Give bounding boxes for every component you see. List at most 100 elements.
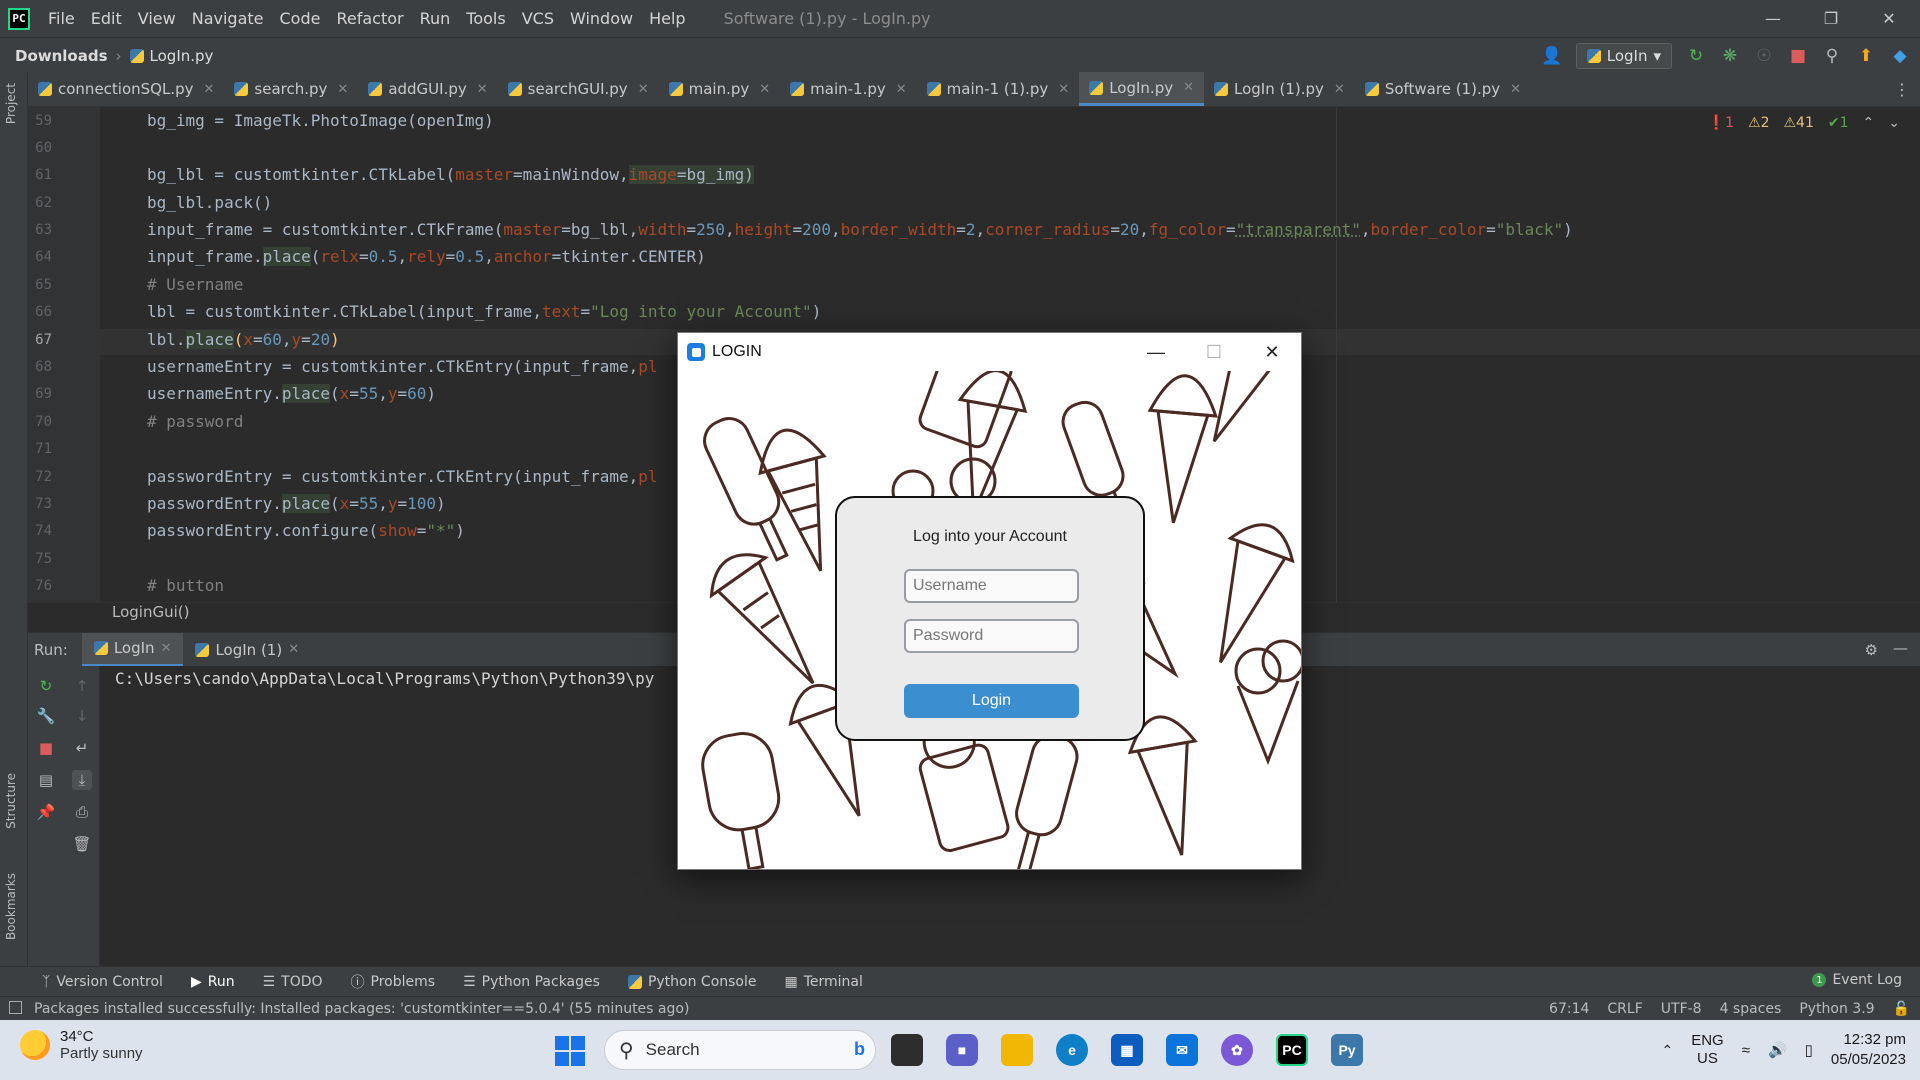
caret-position[interactable]: 67:14	[1549, 1001, 1589, 1017]
close-tab-icon[interactable]: ✕	[1510, 82, 1521, 97]
restore-button[interactable]: ❐	[1802, 0, 1860, 37]
wifi-icon[interactable]: ≈	[1742, 1042, 1750, 1059]
weather-widget[interactable]: 34°C Partly sunny	[20, 1028, 143, 1062]
tool-run[interactable]: ▶ Run	[177, 974, 249, 990]
close-tab-icon[interactable]: ✕	[638, 82, 649, 97]
username-input[interactable]: Username	[904, 569, 1079, 603]
teams-chat-icon[interactable]: ■	[946, 1034, 978, 1066]
menu-run[interactable]: Run	[412, 0, 459, 37]
close-tab-icon[interactable]: ✕	[204, 82, 215, 97]
close-tab-icon[interactable]: ✕	[288, 642, 299, 657]
jetbrains-icon[interactable]: ◆	[1890, 46, 1910, 66]
python-interpreter[interactable]: Python 3.9	[1799, 1001, 1874, 1017]
chevron-up-icon[interactable]: ⌃	[1661, 1042, 1673, 1059]
menu-navigate[interactable]: Navigate	[184, 0, 272, 37]
file-encoding[interactable]: UTF-8	[1661, 1001, 1702, 1017]
gear-icon[interactable]: ⚙	[1865, 641, 1878, 659]
event-log-button[interactable]: 1 Event Log	[1812, 972, 1902, 988]
menu-vcs[interactable]: VCS	[514, 0, 562, 37]
tab-main-1-copy[interactable]: main-1 (1).py ✕	[917, 72, 1080, 106]
microsoft-store-icon[interactable]: ▦	[1111, 1034, 1143, 1066]
close-tab-icon[interactable]: ✕	[1183, 80, 1194, 95]
arrow-down-icon[interactable]: ↓	[72, 706, 92, 726]
pycharm-taskbar-icon[interactable]: PC	[1276, 1034, 1308, 1066]
menu-refactor[interactable]: Refactor	[328, 0, 411, 37]
project-tool-button[interactable]: Project	[4, 83, 18, 124]
login-button[interactable]: Login	[904, 684, 1079, 718]
task-view-icon[interactable]	[891, 1034, 923, 1066]
tool-problems[interactable]: ⓘ Problems	[337, 972, 450, 992]
structure-tool-button[interactable]: Structure	[4, 773, 18, 829]
stop-icon[interactable]: ■	[36, 738, 56, 758]
rerun-icon[interactable]: ↻	[1686, 46, 1706, 66]
menu-view[interactable]: View	[130, 0, 184, 37]
soft-wrap-icon[interactable]: ↵	[72, 738, 92, 758]
wrench-icon[interactable]: 🔧	[36, 706, 56, 726]
run-configuration-select[interactable]: LogIn ▾	[1575, 43, 1672, 69]
windows-start-icon[interactable]	[555, 1036, 585, 1066]
close-tab-icon[interactable]: ✕	[1058, 82, 1069, 97]
inspection-widget[interactable]: ❗1 ⚠2 ⚠41 ✔1 ⌃ ⌄	[1708, 115, 1900, 131]
menu-tools[interactable]: Tools	[458, 0, 513, 37]
user-icon[interactable]: 👤	[1541, 46, 1562, 66]
menu-code[interactable]: Code	[272, 0, 329, 37]
tool-python-packages[interactable]: ☰ Python Packages	[449, 974, 614, 990]
lock-icon[interactable]: 🔓	[1893, 1001, 1910, 1017]
close-tab-icon[interactable]: ✕	[1334, 82, 1345, 97]
login-window-titlebar[interactable]: LOGIN — ☐ ✕	[678, 333, 1301, 371]
hide-panel-icon[interactable]: —	[1893, 639, 1908, 657]
trash-icon[interactable]: 🗑	[72, 834, 92, 854]
clock[interactable]: 12:32 pm 05/05/2023	[1831, 1030, 1906, 1070]
minimize-button[interactable]: —	[1744, 0, 1802, 37]
rerun-icon[interactable]: ↻	[36, 676, 56, 696]
edge-browser-icon[interactable]: e	[1056, 1034, 1088, 1066]
search-icon[interactable]: ⚲	[1822, 46, 1842, 66]
pin-icon[interactable]: 📌	[36, 802, 56, 822]
menu-help[interactable]: Help	[641, 0, 693, 37]
tab-main[interactable]: main.py ✕	[659, 72, 781, 106]
line-separator[interactable]: CRLF	[1607, 1001, 1642, 1017]
mail-icon[interactable]: ✉	[1166, 1034, 1198, 1066]
breadcrumb-file[interactable]: LogIn.py	[129, 47, 213, 65]
tab-software[interactable]: Software (1).py ✕	[1355, 72, 1531, 106]
tab-search[interactable]: search.py ✕	[224, 72, 358, 106]
tab-login-copy[interactable]: LogIn (1).py ✕	[1204, 72, 1355, 106]
password-input[interactable]: Password	[904, 619, 1079, 653]
tool-todo[interactable]: ☰ TODO	[249, 974, 337, 990]
battery-icon[interactable]: ▯	[1805, 1041, 1813, 1059]
tab-connectionsql[interactable]: connectionSQL.py ✕	[28, 72, 224, 106]
taskbar-search[interactable]: ⚲ Search b	[604, 1030, 876, 1070]
close-tab-icon[interactable]: ✕	[759, 82, 770, 97]
function-breadcrumb[interactable]: LoginGui()	[112, 603, 189, 621]
scroll-to-end-icon[interactable]: ⤓	[72, 770, 92, 790]
dialog-minimize-button[interactable]: —	[1127, 333, 1185, 371]
coverage-icon[interactable]: ☉	[1754, 46, 1774, 66]
stop-icon[interactable]: ■	[1788, 46, 1808, 66]
tool-terminal[interactable]: ▦ Terminal	[771, 974, 877, 990]
layout-icon[interactable]: ▤	[36, 770, 56, 790]
volume-icon[interactable]: 🔊	[1768, 1041, 1787, 1059]
menu-file[interactable]: File	[40, 0, 83, 37]
close-tab-icon[interactable]: ✕	[337, 82, 348, 97]
dialog-close-button[interactable]: ✕	[1243, 333, 1301, 371]
toggle-tool-windows-icon[interactable]	[9, 1001, 22, 1014]
python-taskbar-icon[interactable]: Py	[1331, 1034, 1363, 1066]
run-tab-login-copy[interactable]: LogIn (1) ✕	[183, 633, 311, 667]
file-explorer-icon[interactable]	[1001, 1034, 1033, 1066]
tool-version-control[interactable]: ᛉ Version Control	[28, 974, 177, 990]
tool-python-console[interactable]: Python Console	[614, 974, 771, 990]
chevron-down-icon[interactable]: ⌄	[1888, 115, 1900, 131]
more-tabs-icon[interactable]: ⋮	[1894, 80, 1910, 99]
menu-window[interactable]: Window	[562, 0, 641, 37]
arrow-up-icon[interactable]: ↑	[72, 676, 92, 696]
close-tab-icon[interactable]: ✕	[896, 82, 907, 97]
menu-edit[interactable]: Edit	[83, 0, 130, 37]
update-icon[interactable]: ⬆	[1856, 46, 1876, 66]
copilot-icon[interactable]: ✿	[1221, 1034, 1253, 1066]
language-indicator[interactable]: ENG US	[1691, 1032, 1724, 1068]
indent-setting[interactable]: 4 spaces	[1720, 1001, 1782, 1017]
debug-icon[interactable]: ❋	[1720, 46, 1740, 66]
print-icon[interactable]: ⎙	[72, 802, 92, 822]
dialog-maximize-button[interactable]: ☐	[1185, 333, 1243, 371]
breadcrumb-root[interactable]: Downloads	[15, 47, 108, 65]
